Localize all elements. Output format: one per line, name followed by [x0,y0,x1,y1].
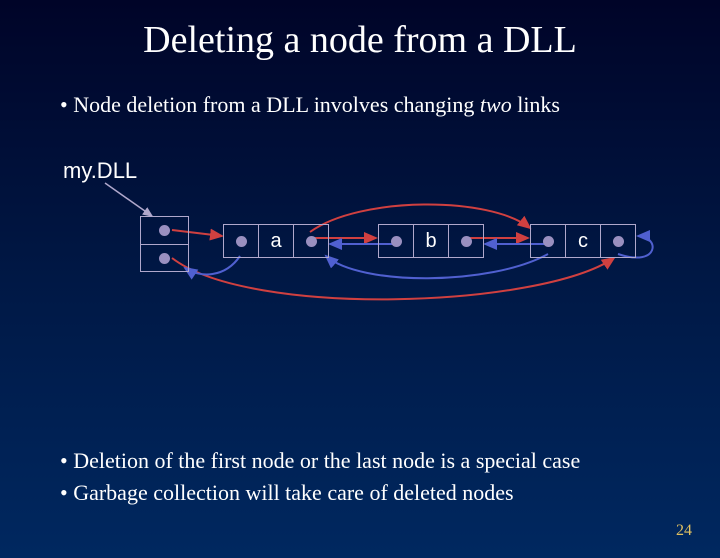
lower-bullets: Deletion of the first node or the last n… [0,442,720,512]
pointer-dot [306,236,317,247]
head-first-cell [141,217,188,245]
bullet-gc: Garbage collection will take care of del… [60,480,720,506]
head-pointer-box [140,216,189,272]
pointer-dot [461,236,472,247]
page-title: Deleting a node from a DLL [0,18,720,62]
node-a-prev [224,225,259,257]
pointer-dot [613,236,624,247]
bullet-intro-post: links [512,92,560,117]
node-c-data: c [566,225,601,257]
bullet-intro: Node deletion from a DLL involves changi… [60,92,720,118]
node-b-data: b [414,225,449,257]
dll-diagram: my.DLL [0,158,720,378]
pointer-dot [391,236,402,247]
node-c: c [530,224,636,258]
node-b-next [449,225,483,257]
node-b: b [378,224,484,258]
diagram-connectors [0,158,720,378]
node-b-prev [379,225,414,257]
node-a-data: a [259,225,294,257]
pointer-dot [543,236,554,247]
pointer-dot [236,236,247,247]
node-a-next [294,225,328,257]
head-last-cell [141,245,188,272]
bullet-special-case: Deletion of the first node or the last n… [60,448,720,474]
node-c-next [601,225,635,257]
pointer-dot [159,225,170,236]
node-a: a [223,224,329,258]
bullet-intro-em: two [480,92,512,117]
pointer-dot [159,253,170,264]
mydll-label: my.DLL [63,158,137,184]
node-c-prev [531,225,566,257]
page-number: 24 [676,522,692,540]
bullet-intro-pre: Node deletion from a DLL involves changi… [73,92,480,117]
